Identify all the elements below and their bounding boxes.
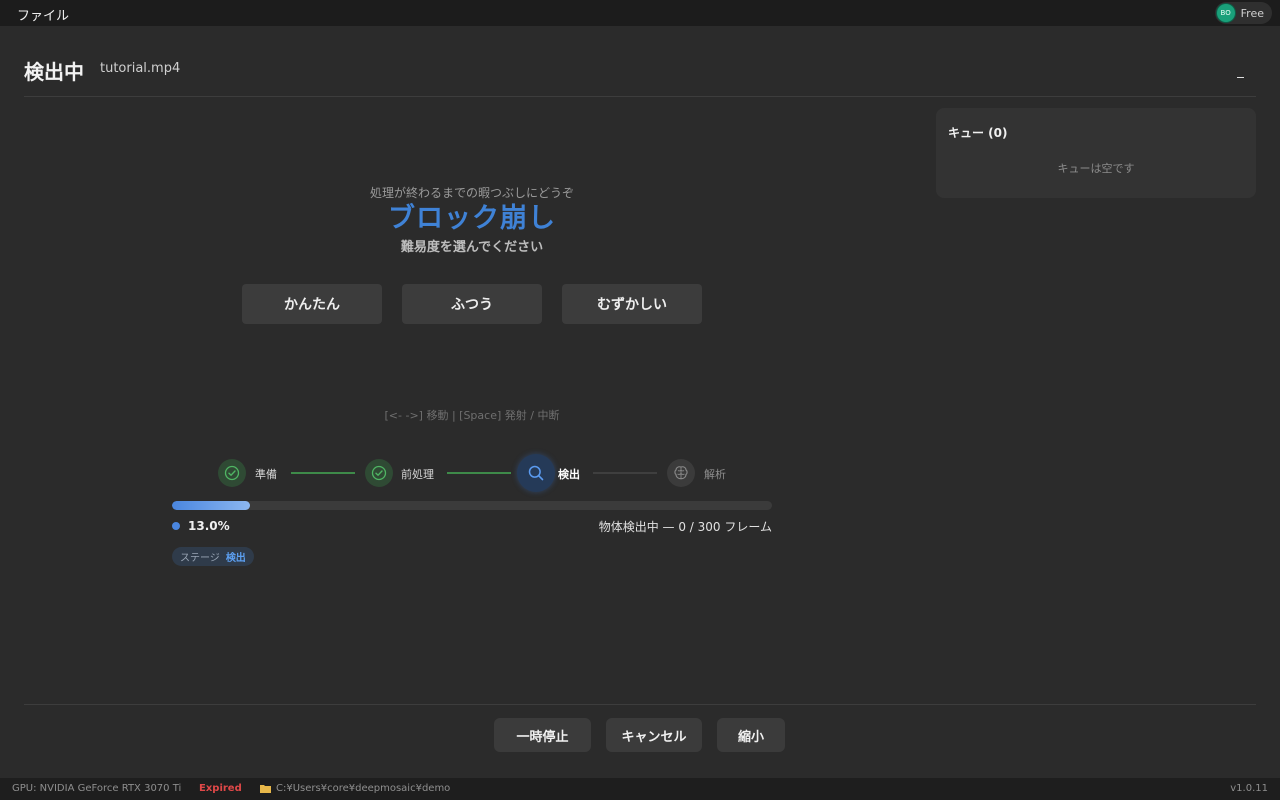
app-version: v1.0.11 xyxy=(1230,783,1268,794)
progress-bar xyxy=(172,501,772,510)
plan-label: Free xyxy=(1240,6,1264,20)
progress-percent: 13.0% xyxy=(188,519,230,533)
brain-icon xyxy=(674,466,688,480)
step-analyze-status xyxy=(667,459,695,487)
difficulty-hard-button[interactable]: むずかしい xyxy=(562,284,702,324)
status-bar: GPU: NVIDIA GeForce RTX 3070 Ti Expired … xyxy=(0,778,1280,800)
avatar: BO xyxy=(1216,4,1235,22)
footer-divider xyxy=(24,704,1256,705)
stage-badge: ステージ 検出 xyxy=(172,547,254,566)
menu-bar: ファイル BO Free xyxy=(0,0,1280,26)
step-connector xyxy=(291,472,355,474)
file-name: tutorial.mp4 xyxy=(100,61,181,76)
gpu-info: GPU: NVIDIA GeForce RTX 3070 Ti xyxy=(12,783,182,794)
pause-button[interactable]: 一時停止 xyxy=(494,718,591,752)
page-title: 検出中 xyxy=(24,60,84,84)
folder-icon xyxy=(260,785,271,793)
step-prepare-status xyxy=(218,459,246,487)
step-detect-label: 検出 xyxy=(558,468,580,481)
shrink-button[interactable]: 縮小 xyxy=(717,718,785,752)
stage-badge-key: ステージ xyxy=(180,553,220,564)
header-divider xyxy=(24,96,1256,97)
license-status: Expired xyxy=(199,783,242,794)
search-icon xyxy=(528,465,544,481)
progress-dot xyxy=(172,522,180,530)
step-detect-status xyxy=(517,454,555,492)
difficulty-normal-button[interactable]: ふつう xyxy=(402,284,542,324)
minimize-button[interactable] xyxy=(1234,62,1248,78)
step-connector xyxy=(447,472,511,474)
step-preprocess-status xyxy=(365,459,393,487)
account-chip[interactable]: BO Free xyxy=(1214,2,1272,24)
menu-file[interactable]: ファイル xyxy=(17,5,69,24)
game-subtitle: 難易度を選んでください xyxy=(400,240,544,255)
check-icon xyxy=(371,465,387,481)
stage-badge-value: 検出 xyxy=(225,553,246,564)
step-prepare-label: 準備 xyxy=(255,468,277,481)
progress-bar-fill xyxy=(172,501,250,510)
output-path[interactable]: C:¥Users¥core¥deepmosaic¥demo xyxy=(276,783,450,794)
difficulty-easy-button[interactable]: かんたん xyxy=(242,284,382,324)
step-analyze-label: 解析 xyxy=(704,468,726,481)
queue-title: キュー (0) xyxy=(948,126,1008,140)
check-icon xyxy=(224,465,240,481)
queue-empty-message: キューは空です xyxy=(1057,162,1135,175)
step-preprocess-label: 前処理 xyxy=(401,468,434,481)
step-connector xyxy=(593,472,657,474)
cancel-button[interactable]: キャンセル xyxy=(606,718,702,752)
game-controls-hint: [<- ->] 移動 | [Space] 発射 / 中断 xyxy=(384,409,560,422)
queue-panel: キュー (0) キューは空です xyxy=(936,108,1256,198)
game-title: ブロック崩し xyxy=(388,203,556,234)
progress-status-text: 物体検出中 — 0 / 300 フレーム xyxy=(598,520,772,534)
